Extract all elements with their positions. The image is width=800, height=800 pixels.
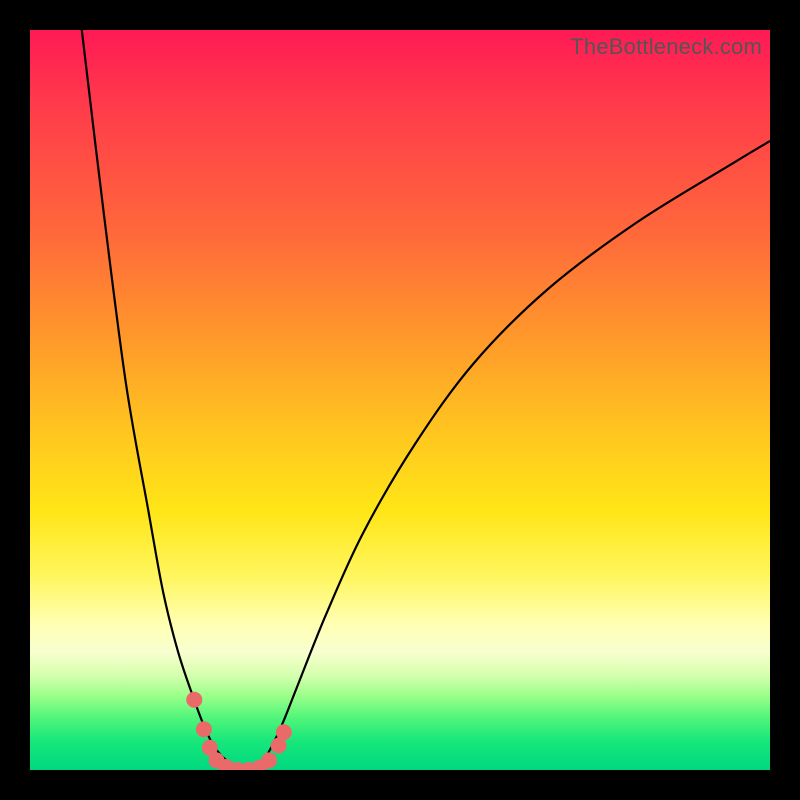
plot-area: TheBottleneck.com [30, 30, 770, 770]
markers-group [186, 692, 292, 770]
data-marker [186, 692, 202, 708]
data-marker [196, 721, 212, 737]
data-marker [276, 724, 292, 740]
chart-container: TheBottleneck.com [0, 0, 800, 800]
right-curve [252, 141, 770, 770]
watermark-label: TheBottleneck.com [570, 34, 762, 60]
left-curve [82, 30, 252, 770]
curves-svg [30, 30, 770, 770]
data-marker [261, 752, 277, 768]
